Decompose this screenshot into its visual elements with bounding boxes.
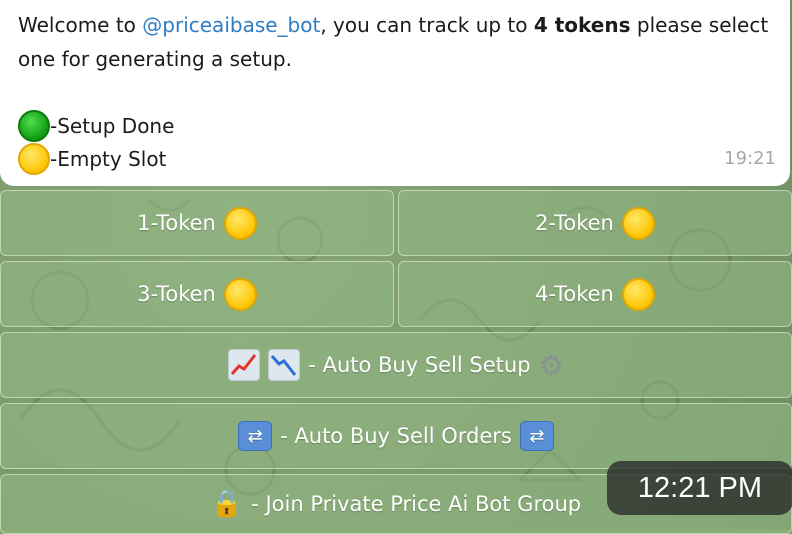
shuffle-icon: ⇄ xyxy=(519,421,554,451)
yellow-circle-icon xyxy=(621,206,655,240)
token-3-button[interactable]: 3-Token xyxy=(0,261,394,327)
chart-increasing-icon xyxy=(228,349,261,381)
auto-buy-sell-setup-button[interactable]: - Auto Buy Sell Setup ⚙ xyxy=(0,332,792,398)
legend-setup-done: -Setup Done xyxy=(18,109,774,142)
yellow-circle-icon xyxy=(223,277,257,311)
bot-message-bubble: Welcome to @priceaibase_bot, you can tra… xyxy=(0,0,790,186)
token-2-button[interactable]: 2-Token xyxy=(398,190,792,256)
yellow-circle-icon xyxy=(621,277,655,311)
token-1-button[interactable]: 1-Token xyxy=(0,190,394,256)
legend-label: -Setup Done xyxy=(50,113,175,138)
lock-icon: 🔒 xyxy=(210,489,244,519)
time-overlay: 12:21 PM xyxy=(607,461,792,515)
message-timestamp: 19:21 xyxy=(724,148,776,169)
button-label: - Auto Buy Sell Setup xyxy=(308,353,531,377)
message-text-middle: , you can track up to xyxy=(320,13,534,37)
button-label: 2-Token xyxy=(535,211,614,235)
button-label: 1-Token xyxy=(137,211,216,235)
auto-buy-sell-orders-button[interactable]: ⇄ - Auto Buy Sell Orders ⇄ xyxy=(0,403,792,469)
shuffle-icon: ⇄ xyxy=(238,421,273,451)
button-label: - Auto Buy Sell Orders xyxy=(280,424,512,448)
message-bold-text: 4 tokens xyxy=(533,13,631,37)
gear-icon: ⚙ xyxy=(538,348,564,382)
bot-mention-link[interactable]: @priceaibase_bot xyxy=(142,13,320,37)
button-label: - Join Private Price Ai Bot Group xyxy=(251,492,582,516)
button-label: 4-Token xyxy=(535,282,614,306)
button-label: 3-Token xyxy=(137,282,216,306)
legend-empty-slot: -Empty Slot xyxy=(18,142,774,175)
yellow-circle-icon xyxy=(223,206,257,240)
yellow-circle-icon xyxy=(18,142,50,175)
green-circle-icon xyxy=(18,109,50,142)
token-4-button[interactable]: 4-Token xyxy=(398,261,792,327)
message-text-prefix: Welcome to xyxy=(18,13,143,37)
message-text: Welcome to @priceaibase_bot, you can tra… xyxy=(18,8,774,76)
legend-label: -Empty Slot xyxy=(50,146,167,171)
chart-decreasing-icon xyxy=(268,349,301,381)
